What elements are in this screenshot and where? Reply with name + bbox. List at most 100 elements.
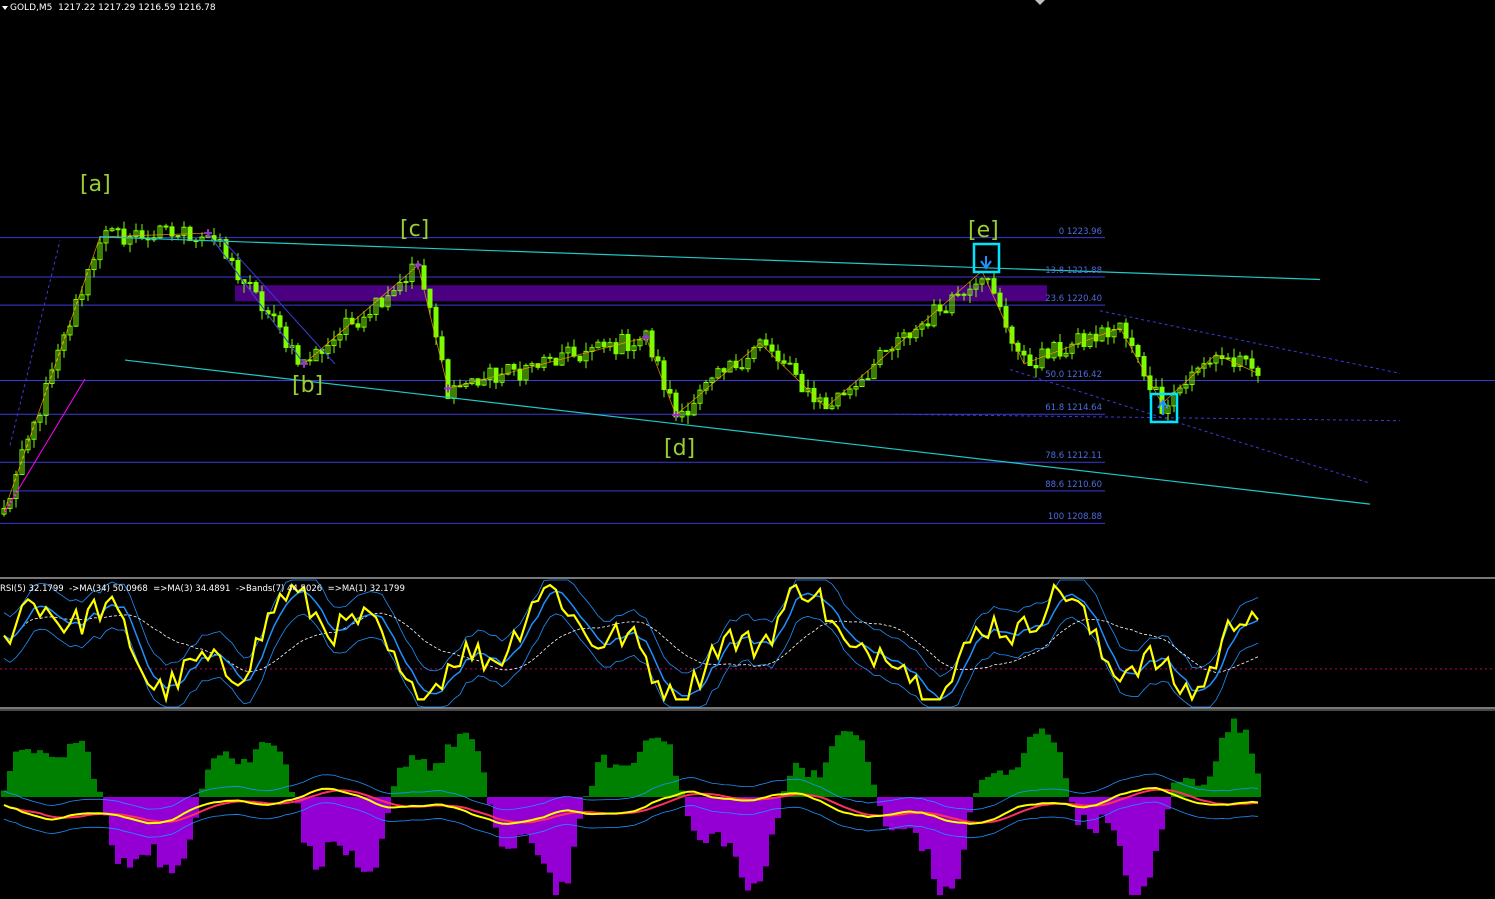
hist-bar-positive	[847, 731, 853, 797]
hist-bar-negative	[739, 797, 745, 878]
hist-bar-negative	[517, 797, 523, 836]
hist-bar-negative	[121, 797, 127, 859]
candle-body	[943, 310, 949, 314]
fib-label: 13.8 1221.88	[1045, 266, 1102, 277]
candle-body	[1021, 350, 1027, 356]
fib-label: 88.6 1210.60	[1045, 479, 1102, 490]
hist-bar-positive	[595, 762, 601, 797]
hist-bar-negative	[949, 797, 955, 889]
hist-bar-positive	[859, 740, 865, 797]
hist-bar-negative	[577, 797, 583, 819]
rsi-ma34	[3, 612, 1259, 674]
hist-bar-negative	[1087, 797, 1093, 830]
hist-bar-negative	[571, 797, 577, 847]
hist-bar-negative	[301, 797, 307, 843]
hist-bar-negative	[775, 797, 781, 818]
hist-bar-positive	[1201, 784, 1207, 797]
candle-body	[613, 342, 619, 355]
hist-bar-positive	[433, 763, 439, 797]
hist-bar-positive	[583, 796, 589, 797]
hist-bar-positive	[79, 740, 85, 797]
hist-bar-negative	[1117, 797, 1123, 846]
hist-bar-negative	[319, 797, 325, 867]
hist-bar-positive	[415, 759, 421, 797]
hist-bar-positive	[601, 754, 607, 797]
hist-bar-negative	[1141, 797, 1147, 887]
hist-bar-negative	[109, 797, 115, 846]
hist-bar-positive	[853, 735, 859, 797]
candle-body	[655, 356, 661, 362]
hist-bar-negative	[1123, 797, 1129, 876]
hist-bar-positive	[1255, 773, 1261, 797]
hist-bar-positive	[625, 765, 631, 797]
candle-body	[1045, 348, 1051, 359]
hist-bar-negative	[547, 797, 553, 873]
hist-bar-positive	[25, 749, 31, 797]
hist-bar-positive	[829, 746, 835, 797]
hist-bar-positive	[73, 743, 79, 797]
hist-bar-negative	[169, 797, 175, 874]
candle-body	[667, 388, 673, 394]
fib-line-dotted	[894, 413, 1401, 422]
hist-bar-positive	[991, 773, 997, 797]
hist-bar-positive	[823, 762, 829, 797]
hist-bar-positive	[391, 786, 397, 797]
candle-body	[1135, 344, 1141, 358]
hist-bar-positive	[1195, 785, 1201, 797]
hist-bar-negative	[931, 797, 937, 880]
hist-bar-positive	[1039, 728, 1045, 797]
hist-bar-positive	[19, 749, 25, 797]
chart-canvas	[0, 0, 1495, 899]
hist-bar-positive	[265, 742, 271, 797]
hist-bar-negative	[325, 797, 331, 843]
hist-bar-negative	[1093, 797, 1099, 834]
hist-bar-positive	[1243, 729, 1249, 797]
hist-bar-negative	[769, 797, 775, 835]
hist-bar-negative	[187, 797, 193, 840]
hist-bar-negative	[757, 797, 763, 882]
hist-bar-positive	[871, 784, 877, 797]
hist-bar-positive	[247, 762, 253, 797]
hist-bar-negative	[745, 797, 751, 891]
hist-bar-positive	[91, 778, 97, 797]
channel-line-6	[1009, 369, 1371, 484]
hist-bar-negative	[313, 797, 319, 870]
hist-bar-positive	[631, 762, 637, 797]
hist-bar-positive	[199, 788, 205, 797]
hist-bar-positive	[589, 785, 595, 797]
hist-bar-positive	[241, 758, 247, 797]
hist-bar-negative	[703, 797, 709, 844]
symbol-label: GOLD,M5	[10, 3, 53, 13]
hist-bar-negative	[487, 797, 493, 805]
candle-body	[769, 344, 775, 352]
candle-body	[1027, 354, 1033, 366]
rsi-ma3	[3, 590, 1259, 701]
hist-bar-negative	[1129, 797, 1135, 899]
candle-body	[601, 341, 607, 348]
fib-label: 23.6 1220.40	[1045, 294, 1102, 305]
candle-body	[253, 282, 259, 293]
scroll-marker-icon	[1035, 0, 1045, 5]
fib-label: 78.6 1212.11	[1045, 451, 1102, 462]
dropdown-icon[interactable]	[2, 6, 8, 10]
hist-bar-positive	[619, 765, 625, 797]
hist-bar-negative	[709, 797, 715, 834]
hist-bar-positive	[439, 762, 445, 797]
symbol-header: GOLD,M5 1217.22 1217.29 1216.59 1216.78	[10, 3, 216, 13]
hist-bar-positive	[637, 751, 643, 797]
candle-body	[277, 315, 283, 328]
candle-body	[355, 323, 361, 328]
candle-body	[1255, 367, 1261, 376]
candle-body	[1243, 355, 1249, 360]
hist-bar-negative	[355, 797, 361, 868]
hist-bar-positive	[205, 769, 211, 797]
hist-bar-negative	[115, 797, 121, 864]
candle-body	[553, 357, 559, 366]
hist-bar-positive	[607, 767, 613, 797]
hist-bar-negative	[763, 797, 769, 867]
hist-bar-positive	[835, 735, 841, 797]
hist-bar-positive	[1045, 734, 1051, 797]
candle-body	[511, 364, 517, 370]
candle-body	[247, 282, 253, 285]
hist-bar-positive	[1237, 732, 1243, 797]
